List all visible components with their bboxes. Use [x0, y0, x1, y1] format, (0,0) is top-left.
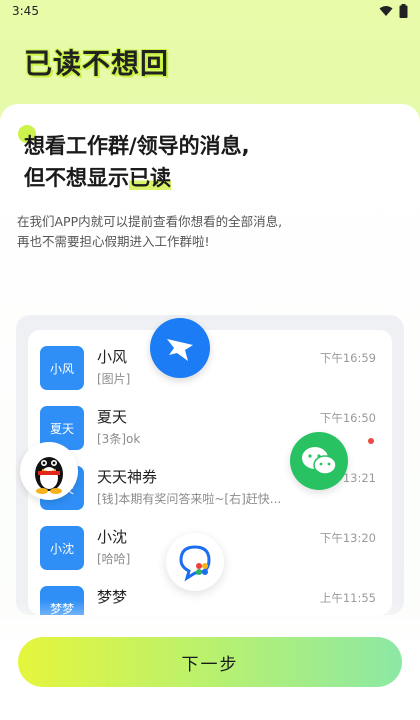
conversation-name: 夏天 — [97, 408, 128, 426]
description-line1: 在我们APP内就可以提前查看你想看的全部消息, — [17, 214, 283, 229]
conversation-preview: [3条]ok — [97, 432, 141, 446]
description-line2: 再也不需要担心假期进入工作群啦! — [17, 234, 210, 249]
status-time: 3:45 — [12, 4, 39, 18]
avatar: 小风 — [40, 346, 84, 390]
avatar: 小沈 — [40, 526, 84, 570]
conversation-row[interactable]: 小风 小风 [图片] 下午16:59 — [28, 340, 392, 400]
conversation-name: 小风 — [97, 348, 128, 366]
headline-line2-prefix: 但不想显示 — [24, 166, 129, 190]
conversation-name: 小沈 — [97, 528, 128, 546]
battery-icon — [399, 4, 408, 18]
wechat-icon — [290, 432, 348, 490]
wifi-icon — [379, 6, 393, 16]
conversation-name: 天天神券 — [97, 468, 158, 486]
headline-line1: 想看工作群/领导的消息, — [24, 134, 250, 158]
unread-dot — [368, 438, 374, 444]
conversation-time: 下午16:59 — [319, 351, 376, 365]
hero-title: 已读不想回 — [24, 47, 170, 80]
feishu-icon — [166, 533, 224, 591]
status-bar: 3:45 — [0, 0, 420, 22]
next-button[interactable]: 下一步 — [18, 637, 402, 687]
description: 在我们APP内就可以提前查看你想看的全部消息, 再也不需要担心假期进入工作群啦! — [17, 212, 407, 252]
headline-line2: 但不想显示已读 — [24, 162, 250, 194]
headline-highlight: 已读 — [129, 166, 171, 190]
headline: 想看工作群/领导的消息, 但不想显示已读 — [24, 130, 250, 194]
conversation-preview: [钱]本期有奖问答来啦~[右]赶快... — [97, 492, 282, 506]
dingtalk-icon — [150, 318, 210, 378]
conversation-time: 下午13:20 — [319, 531, 376, 545]
conversation-time: 下午16:50 — [319, 411, 376, 425]
qq-icon — [20, 442, 78, 500]
status-icons — [379, 4, 408, 18]
